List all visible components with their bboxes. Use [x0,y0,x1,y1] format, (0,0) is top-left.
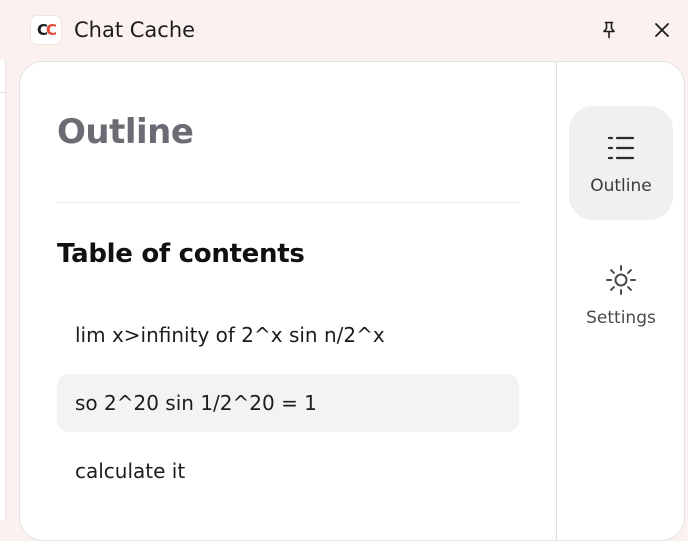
page-title: Outline [57,112,194,152]
pin-button[interactable] [594,15,624,45]
toc-list: lim x>infinity of 2^x sin n/2^x so 2^20 … [57,306,519,510]
toc-item[interactable]: calculate it [57,442,519,500]
toc-heading: Table of contents [57,239,305,269]
sidebar-item-label: Settings [586,308,656,328]
sidebar-item-settings[interactable]: Settings [569,238,673,352]
sidebar-item-outline[interactable]: Outline [569,106,673,220]
toc-item[interactable]: lim x>infinity of 2^x sin n/2^x [57,306,519,364]
app-logo: CC [31,16,61,44]
list-icon [605,132,637,164]
main-panel: Outline Table of contents lim x>infinity… [19,61,685,541]
title-bar: CC Chat Cache [0,0,688,60]
close-icon [655,23,669,37]
divider [57,202,519,203]
pin-icon [603,21,615,39]
toc-item-active[interactable]: so 2^20 sin 1/2^20 = 1 [57,374,519,432]
sidebar-item-label: Outline [590,176,652,196]
window-title: Chat Cache [74,18,196,42]
sidebar: Outline Settings [557,62,684,540]
close-button[interactable] [647,15,677,45]
background-window-edge [0,0,6,520]
sun-icon [605,264,637,296]
outline-content: Outline Table of contents lim x>infinity… [20,62,556,540]
